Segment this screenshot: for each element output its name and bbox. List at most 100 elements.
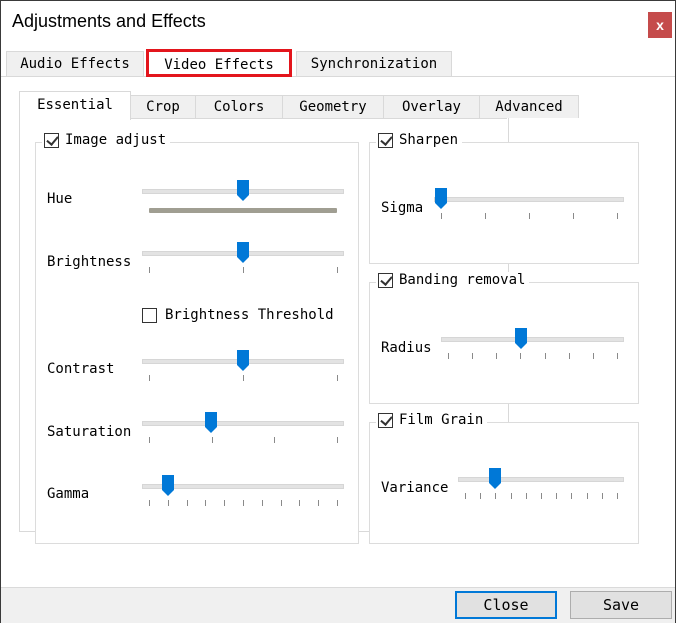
save-button[interactable]: Save	[570, 591, 672, 619]
slider-tick	[496, 353, 498, 359]
film-grain-header: Film Grain	[376, 412, 488, 428]
slider-tick	[541, 493, 542, 499]
slider-track[interactable]	[458, 477, 624, 482]
tab-overlay[interactable]: Overlay	[383, 95, 480, 118]
sharpen-checkbox[interactable]	[378, 132, 393, 148]
slider-tick	[280, 500, 282, 506]
variance-label: Variance	[381, 480, 449, 496]
slider-track[interactable]	[434, 197, 624, 202]
sharpen-label: Sharpen	[399, 132, 459, 148]
slider-tick	[243, 267, 244, 273]
slider-thumb[interactable]	[236, 350, 250, 372]
image-adjust-label: Image adjust	[65, 132, 167, 148]
slider-tick	[592, 353, 594, 359]
slider-tick	[544, 353, 546, 359]
slider-tick	[211, 437, 213, 443]
slider-tick	[299, 500, 301, 506]
film-grain-label: Film Grain	[399, 412, 484, 428]
tab-advanced[interactable]: Advanced	[479, 95, 579, 118]
slider-tick	[529, 213, 530, 219]
brightness-threshold-option[interactable]: Brightness Threshold	[142, 307, 334, 323]
tab-synchronization[interactable]: Synchronization	[296, 51, 452, 76]
image-adjust-header: Image adjust	[42, 132, 171, 148]
sharpen-header: Sharpen	[376, 132, 463, 148]
sigma-slider[interactable]	[434, 188, 624, 224]
film-grain-checkbox[interactable]	[378, 412, 393, 428]
slider-tick	[448, 353, 449, 359]
slider-tick	[617, 213, 618, 219]
pane-top-border	[130, 118, 507, 119]
slider-tick	[261, 500, 263, 506]
gamma-slider[interactable]	[142, 475, 344, 511]
slider-track[interactable]	[142, 421, 344, 426]
banding-removal-header: Banding removal	[376, 272, 530, 288]
slider-tick	[337, 267, 338, 273]
slider-tick	[224, 500, 226, 506]
slider-thumb[interactable]	[514, 328, 528, 350]
title-bar: Adjustments and Effects x	[1, 1, 675, 41]
saturation-slider[interactable]	[142, 412, 344, 448]
slider-tick	[243, 500, 244, 506]
slider-tick	[573, 213, 574, 219]
brightness-slider[interactable]	[142, 242, 344, 278]
slider-tick	[601, 493, 603, 499]
slider-tick	[186, 500, 188, 506]
slider-tick	[167, 500, 169, 506]
tab-crop[interactable]: Crop	[130, 95, 196, 118]
sigma-label: Sigma	[381, 200, 424, 216]
contrast-slider[interactable]	[142, 350, 344, 386]
saturation-label: Saturation	[47, 424, 132, 440]
hue-label: Hue	[47, 191, 73, 207]
tab-geometry[interactable]: Geometry	[282, 95, 384, 118]
slider-tick	[149, 500, 150, 506]
banding-removal-checkbox[interactable]	[378, 272, 393, 288]
button-bar: Close Save	[1, 587, 675, 623]
hue-gradient-bar	[149, 208, 337, 213]
close-button[interactable]: Close	[455, 591, 557, 619]
top-tab-bar: Audio Effects Video Effects Synchronizat…	[1, 49, 675, 77]
radius-label: Radius	[381, 340, 432, 356]
tab-audio-effects[interactable]: Audio Effects	[6, 51, 144, 76]
slider-tick	[243, 375, 244, 381]
slider-thumb[interactable]	[161, 475, 175, 497]
slider-tick	[472, 353, 474, 359]
adjustments-dialog: Adjustments and Effects x Audio Effects …	[0, 0, 676, 623]
slider-thumb[interactable]	[488, 468, 502, 490]
slider-tick	[571, 493, 573, 499]
slider-thumb[interactable]	[204, 412, 218, 434]
slider-tick	[568, 353, 570, 359]
slider-tick	[617, 353, 618, 359]
slider-tick	[149, 267, 150, 273]
radius-slider[interactable]	[441, 328, 624, 364]
brightness-threshold-checkbox[interactable]	[142, 307, 157, 323]
brightness-label: Brightness	[47, 254, 132, 270]
tab-colors[interactable]: Colors	[195, 95, 283, 118]
slider-track[interactable]	[441, 337, 624, 342]
slider-tick	[465, 493, 466, 499]
slider-thumb[interactable]	[236, 242, 250, 264]
slider-thumb[interactable]	[434, 188, 448, 210]
slider-tick	[441, 213, 442, 219]
slider-tick	[337, 500, 338, 506]
contrast-label: Contrast	[47, 361, 115, 377]
gamma-label: Gamma	[47, 486, 90, 502]
slider-thumb[interactable]	[236, 180, 250, 202]
slider-tick	[480, 493, 482, 499]
slider-tick	[556, 493, 558, 499]
slider-tick	[485, 213, 486, 219]
slider-tick	[337, 437, 338, 443]
slider-tick	[617, 493, 618, 499]
slider-tick	[274, 437, 276, 443]
slider-tick	[149, 437, 150, 443]
window-title: Adjustments and Effects	[12, 11, 206, 31]
tab-video-effects[interactable]: Video Effects	[146, 49, 292, 77]
variance-slider[interactable]	[458, 468, 624, 504]
slider-tick	[205, 500, 207, 506]
close-window-button[interactable]: x	[648, 12, 672, 38]
slider-tick	[510, 493, 512, 499]
slider-tick	[525, 493, 527, 499]
banding-removal-label: Banding removal	[399, 272, 526, 288]
slider-tick	[586, 493, 588, 499]
tab-essential[interactable]: Essential	[19, 91, 131, 120]
image-adjust-checkbox[interactable]	[44, 132, 59, 148]
